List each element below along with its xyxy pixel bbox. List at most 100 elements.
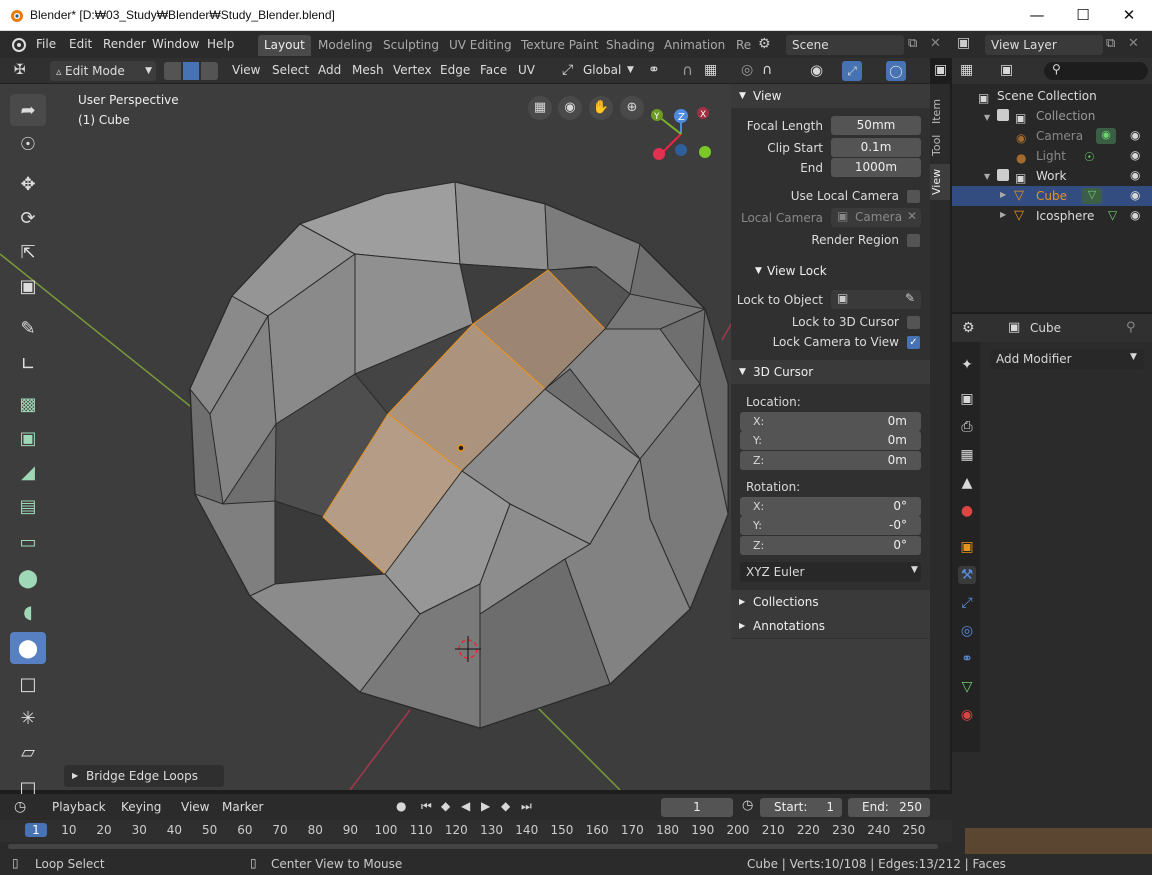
- shear-tool-icon[interactable]: ▱: [10, 736, 46, 768]
- marker-menu[interactable]: Marker: [222, 800, 263, 814]
- scene-field[interactable]: Scene: [786, 35, 904, 55]
- cursor-rotation-y-field[interactable]: -0°: [740, 516, 921, 535]
- object-tab-icon[interactable]: ▣: [958, 538, 976, 556]
- start-frame-field[interactable]: Start: 1: [760, 798, 842, 817]
- maximize-button[interactable]: ☐: [1060, 0, 1106, 31]
- collection-checkbox[interactable]: [997, 109, 1009, 121]
- physics-tab-icon[interactable]: ◎: [958, 622, 976, 640]
- outliner-collection[interactable]: Collection: [1036, 106, 1095, 126]
- last-operator-panel[interactable]: ▶ Bridge Edge Loops: [64, 765, 224, 787]
- tab-sculpting[interactable]: Sculpting: [377, 35, 445, 56]
- loop-cut-tool-icon[interactable]: ▤: [10, 490, 46, 522]
- mesh-data-tab-icon[interactable]: ▽: [958, 678, 976, 696]
- tool-tab-icon[interactable]: ✦: [958, 356, 976, 374]
- icosphere-mesh-data-icon[interactable]: ▽: [1108, 208, 1117, 222]
- cursor-rotation-z-field[interactable]: 0°: [740, 536, 921, 555]
- render-region-checkbox[interactable]: [907, 234, 920, 247]
- world-tab-icon[interactable]: ●: [958, 502, 976, 520]
- rotate-tool-icon[interactable]: ⟳: [10, 202, 46, 234]
- clear-camera-icon[interactable]: ✕: [907, 209, 917, 223]
- use-local-camera-checkbox[interactable]: [907, 190, 920, 203]
- tab-texture-paint[interactable]: Texture Paint: [515, 35, 604, 56]
- camera-data-icon[interactable]: ◉: [1096, 128, 1116, 144]
- visibility-icon[interactable]: ◉: [810, 61, 823, 79]
- orientation-icon[interactable]: ⤢: [562, 62, 573, 78]
- edge-select-icon[interactable]: [182, 62, 200, 80]
- header-uv[interactable]: UV: [518, 63, 535, 77]
- cube-visibility-icon[interactable]: ◉: [1130, 188, 1140, 202]
- scene-tab-icon[interactable]: ▲: [958, 474, 976, 492]
- snap-icon[interactable]: ∩: [682, 61, 693, 79]
- view-layer-icon[interactable]: ▣: [957, 35, 970, 51]
- xray-icon[interactable]: ▣: [934, 62, 947, 78]
- scale-tool-icon[interactable]: ⇱: [10, 236, 46, 268]
- next-keyframe-icon[interactable]: ◆: [501, 799, 510, 813]
- timeline-editor-icon[interactable]: ◷: [14, 799, 26, 815]
- work-checkbox[interactable]: [997, 169, 1009, 181]
- view-lock-header[interactable]: ▼ View Lock: [731, 260, 930, 282]
- pin-icon[interactable]: ⚲: [1126, 320, 1136, 335]
- view-section-header[interactable]: ▼ View: [731, 84, 930, 108]
- timeline-view-menu[interactable]: View: [181, 800, 209, 814]
- extrude-tool-icon[interactable]: ▩: [10, 388, 46, 420]
- cube-mesh-data-icon[interactable]: ▽: [1082, 188, 1102, 204]
- view-layer-tab-icon[interactable]: ▦: [958, 446, 976, 464]
- header-view[interactable]: View: [232, 63, 260, 77]
- edge-slide-tool-icon[interactable]: □: [10, 668, 46, 700]
- annotations-section-header[interactable]: ▶ Annotations: [731, 614, 930, 638]
- copy-scene-icon[interactable]: ⧉: [908, 36, 917, 51]
- cursor-tool-icon[interactable]: ☉: [10, 128, 46, 160]
- zoom-icon[interactable]: ⊕: [620, 96, 644, 120]
- cursor-rotation-x-field[interactable]: 0°: [740, 497, 921, 516]
- mode-dropdown[interactable]: ▵ Edit Mode ▼: [50, 61, 156, 81]
- tab-tool[interactable]: Tool: [930, 130, 950, 160]
- end-frame-field[interactable]: End: 250: [848, 798, 930, 817]
- select-box-tool-icon[interactable]: ➦: [10, 94, 46, 126]
- icosphere-expand-icon[interactable]: ▶: [1000, 210, 1006, 219]
- knife-tool-icon[interactable]: ▭: [10, 526, 46, 558]
- particles-tab-icon[interactable]: ⤢: [958, 594, 976, 612]
- editor-type-icon[interactable]: ✠: [14, 62, 26, 78]
- grid-view-icon[interactable]: ▦: [528, 96, 552, 120]
- outliner-icosphere[interactable]: Icosphere: [1036, 206, 1094, 226]
- close-button[interactable]: ✕: [1106, 0, 1152, 31]
- menu-help[interactable]: Help: [207, 37, 234, 51]
- work-visibility-icon[interactable]: ◉: [1130, 168, 1140, 182]
- keying-menu[interactable]: Keying: [121, 800, 161, 814]
- clip-start-field[interactable]: 0.1m: [831, 138, 921, 157]
- add-modifier-dropdown[interactable]: Add Modifier: [990, 349, 1144, 369]
- tab-shading[interactable]: Shading: [600, 35, 661, 56]
- cursor-location-y-field[interactable]: 0m: [740, 431, 921, 450]
- measure-tool-icon[interactable]: ∟: [10, 348, 46, 380]
- delete-view-layer-icon[interactable]: ✕: [1128, 36, 1139, 51]
- record-icon[interactable]: ●: [396, 799, 406, 813]
- bevel-tool-icon[interactable]: ◢: [10, 456, 46, 488]
- outliner-editor-icon[interactable]: ▦: [960, 62, 973, 78]
- display-mode-icon[interactable]: ▣: [1000, 62, 1013, 78]
- cube-expand-icon[interactable]: ▶: [1000, 190, 1006, 199]
- jump-end-icon[interactable]: ⏭: [521, 799, 532, 814]
- view-layer-field[interactable]: View Layer: [985, 35, 1103, 55]
- scene-icon[interactable]: ⚙: [758, 36, 771, 52]
- playback-menu[interactable]: Playback: [52, 800, 106, 814]
- copy-view-layer-icon[interactable]: ⧉: [1106, 36, 1115, 51]
- tab-animation[interactable]: Animation: [658, 35, 731, 56]
- menu-render[interactable]: Render: [103, 37, 146, 51]
- lock-to-cursor-checkbox[interactable]: [907, 316, 920, 329]
- work-expand-icon[interactable]: ▼: [984, 172, 990, 181]
- camera-visibility-icon[interactable]: ◉: [1130, 128, 1140, 142]
- modifier-tab-icon[interactable]: ⚒: [958, 566, 976, 584]
- eyedropper-icon[interactable]: ✎: [905, 291, 915, 305]
- orientation-chevron-icon[interactable]: ▼: [627, 65, 634, 75]
- snap-target-icon[interactable]: ▦: [704, 62, 717, 78]
- navigation-gizmo[interactable]: Z X Y: [648, 104, 718, 164]
- camera-view-icon[interactable]: ◉: [558, 96, 582, 120]
- transform-tool-icon[interactable]: ▣: [10, 270, 46, 302]
- cursor-location-x-field[interactable]: 0m: [740, 412, 921, 431]
- move-tool-icon[interactable]: ✥: [10, 168, 46, 200]
- cursor-section-header[interactable]: ▼ 3D Cursor: [731, 360, 930, 384]
- tab-item[interactable]: Item: [930, 92, 950, 130]
- properties-editor-icon[interactable]: ⚙: [962, 320, 975, 336]
- rotation-mode-dropdown[interactable]: XYZ Euler: [740, 562, 921, 582]
- menu-edit[interactable]: Edit: [69, 37, 92, 51]
